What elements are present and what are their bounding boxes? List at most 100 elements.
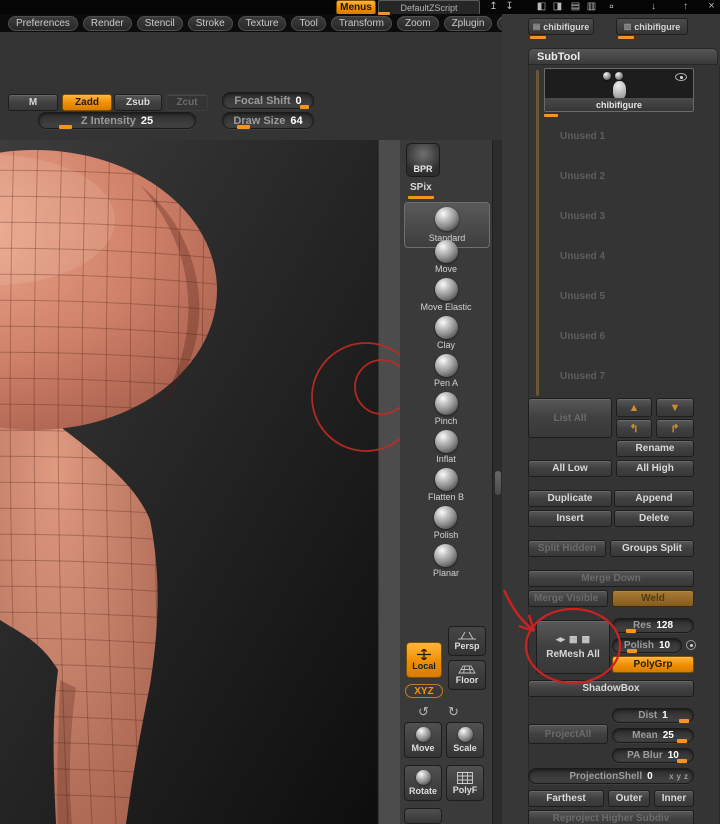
save-icon[interactable]: ↧ bbox=[502, 0, 517, 13]
menu-item[interactable]: Texture bbox=[237, 15, 287, 31]
rotate-ccw-icon[interactable]: ↺ bbox=[418, 704, 429, 720]
menu-item[interactable]: Preferences bbox=[8, 15, 78, 31]
res-handle[interactable] bbox=[625, 629, 636, 633]
reproject-higher-subdiv-button[interactable]: Reproject Higher Subdiv bbox=[528, 810, 694, 824]
subtool-item-unused[interactable]: Unused 3 bbox=[546, 196, 692, 236]
dist-handle[interactable] bbox=[678, 719, 689, 723]
zcut-button[interactable]: Zcut bbox=[166, 94, 208, 111]
rotate-gizmo-button[interactable]: Rotate bbox=[404, 765, 442, 801]
subtool-header[interactable]: SubTool bbox=[528, 48, 718, 65]
subtool-item-unused[interactable]: Unused 4 bbox=[546, 236, 692, 276]
insert-button[interactable]: Insert bbox=[528, 510, 612, 527]
remesh-all-button[interactable]: ◂▸ ▦ ▦ ReMesh All bbox=[536, 620, 610, 674]
draw-size-slider[interactable]: Draw Size 64 bbox=[222, 112, 314, 129]
subtool-up-button[interactable]: ▲ bbox=[616, 398, 652, 417]
scale-gizmo-button[interactable]: Scale bbox=[446, 722, 484, 758]
z-intensity-handle[interactable] bbox=[59, 125, 73, 129]
all-low-button[interactable]: All Low bbox=[528, 460, 612, 477]
move-down-stack-button[interactable]: ↱ bbox=[656, 419, 694, 438]
subtool-item-active[interactable]: chibifigure bbox=[544, 68, 694, 112]
subtool-item-unused[interactable]: Unused 6 bbox=[546, 316, 692, 356]
paste-document-icon[interactable]: ◨ bbox=[550, 0, 565, 13]
persp-button[interactable]: Persp bbox=[448, 626, 486, 656]
menu-item[interactable]: Stroke bbox=[187, 15, 233, 31]
merge-down-button[interactable]: Merge Down bbox=[528, 570, 694, 587]
dist-slider[interactable]: Dist 1 bbox=[612, 708, 694, 723]
subtool-item-unused[interactable]: Unused 2 bbox=[546, 156, 692, 196]
subtool-down-button[interactable]: ▼ bbox=[656, 398, 694, 417]
copy-document-icon[interactable]: ◧ bbox=[534, 0, 549, 13]
projection-shell-slider[interactable]: ProjectionShell 0 x y z bbox=[528, 768, 694, 784]
close-icon[interactable]: × bbox=[704, 0, 719, 13]
polish-handle[interactable] bbox=[626, 649, 637, 653]
polish-crisp-toggle[interactable] bbox=[686, 640, 696, 650]
axis-toggles[interactable]: x y z bbox=[669, 772, 688, 781]
polygrp-button[interactable]: PolyGrp bbox=[612, 656, 694, 673]
subtool-item-unused[interactable]: Unused 7 bbox=[546, 356, 692, 396]
menus-button[interactable]: Menus bbox=[336, 0, 376, 15]
mean-handle[interactable] bbox=[677, 739, 687, 743]
duplicate-button[interactable]: Duplicate bbox=[528, 490, 612, 507]
focal-shift-handle[interactable] bbox=[300, 105, 310, 109]
delete-button[interactable]: Delete bbox=[614, 510, 694, 527]
split-hidden-button[interactable]: Split Hidden bbox=[528, 540, 606, 557]
list-all-button[interactable]: List All bbox=[528, 398, 612, 438]
document-canvas[interactable] bbox=[0, 140, 421, 824]
polyframe-button[interactable]: PolyF bbox=[446, 765, 484, 801]
groups-split-button[interactable]: Groups Split bbox=[610, 540, 694, 557]
brush-item[interactable]: Clay bbox=[434, 316, 458, 354]
document-stack-icon[interactable]: ▤ bbox=[568, 0, 583, 13]
menu-item[interactable]: Zplugin bbox=[443, 15, 493, 31]
merge-visible-button[interactable]: Merge Visible bbox=[528, 590, 608, 607]
document-grid-icon[interactable]: ▥ bbox=[584, 0, 599, 13]
subtool-item-unused[interactable]: Unused 1 bbox=[546, 116, 692, 156]
brush-item[interactable]: Flatten B bbox=[428, 468, 464, 506]
brush-item[interactable]: Polish bbox=[434, 506, 458, 544]
outer-button[interactable]: Outer bbox=[608, 790, 650, 807]
menu-item[interactable]: Tool bbox=[291, 15, 326, 31]
bpr-button[interactable]: BPR bbox=[406, 143, 440, 177]
doc-tab-1[interactable]: ▤ chibifigure bbox=[528, 18, 594, 35]
zsub-button[interactable]: Zsub bbox=[114, 94, 162, 111]
move-up-stack-button[interactable]: ↰ bbox=[616, 419, 652, 438]
draw-size-handle[interactable] bbox=[237, 125, 251, 129]
append-button[interactable]: Append bbox=[614, 490, 694, 507]
pa-blur-slider[interactable]: PA Blur 10 bbox=[612, 748, 694, 763]
axis-z-toggle[interactable]: z bbox=[684, 772, 688, 781]
load-icon[interactable]: ↥ bbox=[486, 0, 501, 13]
doc-tab-2[interactable]: ▥ chibifigure bbox=[616, 18, 688, 35]
menu-item[interactable]: Zoom bbox=[397, 15, 439, 31]
mrgb-button[interactable]: M bbox=[8, 94, 58, 111]
floor-button[interactable]: Floor bbox=[448, 660, 486, 690]
xyz-button[interactable]: XYZ bbox=[405, 684, 443, 698]
brush-item[interactable]: Inflat bbox=[434, 430, 458, 468]
mean-slider[interactable]: Mean 25 bbox=[612, 728, 694, 743]
z-intensity-slider[interactable]: Z Intensity 25 bbox=[38, 112, 196, 129]
menu-item[interactable]: Render bbox=[82, 15, 132, 31]
default-zscript-button[interactable]: DefaultZScript bbox=[378, 0, 480, 15]
shadowbox-button[interactable]: ShadowBox bbox=[528, 680, 694, 697]
rotate-cw-icon[interactable]: ↻ bbox=[448, 704, 459, 720]
brush-item[interactable]: Move bbox=[434, 240, 458, 278]
menu-item[interactable]: Stencil bbox=[136, 15, 183, 31]
brush-item[interactable]: Planar bbox=[433, 544, 459, 582]
zadd-button[interactable]: Zadd bbox=[62, 94, 112, 111]
axis-y-toggle[interactable]: y bbox=[677, 772, 681, 781]
projectall-button[interactable]: ProjectAll bbox=[528, 724, 608, 744]
brush-item[interactable]: Pinch bbox=[434, 392, 458, 430]
panel-resize-handle[interactable] bbox=[494, 470, 502, 496]
local-symmetry-button[interactable]: Local bbox=[406, 642, 442, 678]
extra-tile[interactable] bbox=[404, 808, 442, 824]
pa-blur-handle[interactable] bbox=[677, 759, 687, 763]
focal-shift-slider[interactable]: Focal Shift 0 bbox=[222, 92, 314, 109]
inner-button[interactable]: Inner bbox=[654, 790, 694, 807]
download-icon[interactable]: ↓ bbox=[646, 0, 661, 13]
subtool-item-unused[interactable]: Unused 5 bbox=[546, 276, 692, 316]
new-document-icon[interactable]: ▫ bbox=[604, 0, 619, 13]
axis-x-toggle[interactable]: x bbox=[669, 772, 673, 781]
polish-slider[interactable]: Polish 10 bbox=[612, 638, 682, 653]
brush-item[interactable]: Pen A bbox=[434, 354, 458, 392]
visibility-eye-icon[interactable] bbox=[675, 73, 687, 81]
brush-item[interactable]: Move Elastic bbox=[420, 278, 472, 316]
move-gizmo-button[interactable]: Move bbox=[404, 722, 442, 758]
